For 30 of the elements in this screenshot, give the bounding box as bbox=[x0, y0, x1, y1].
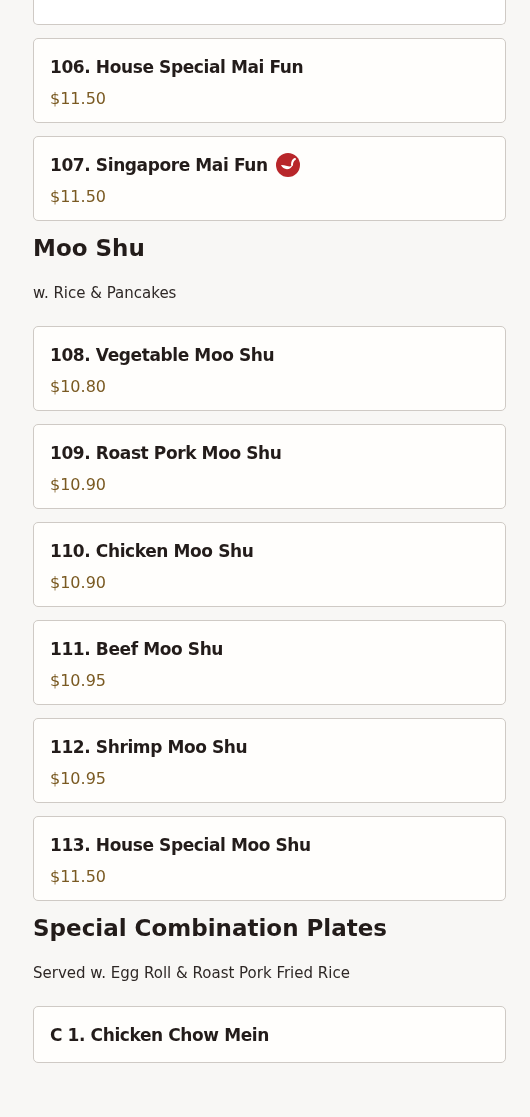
item-price: $10.95 bbox=[50, 769, 107, 788]
item-price: $11.50 bbox=[50, 89, 107, 108]
item-name: 112. Shrimp Moo Shu bbox=[50, 737, 248, 757]
menu-item-card[interactable]: 108. Vegetable Moo Shu $10.80 bbox=[33, 326, 506, 411]
item-name: C 1. Chicken Chow Mein bbox=[50, 1025, 269, 1045]
item-name: 109. Roast Pork Moo Shu bbox=[50, 443, 282, 463]
item-price: $10.95 bbox=[50, 671, 107, 690]
section-note: Served w. Egg Roll & Roast Pork Fried Rice bbox=[33, 963, 351, 983]
item-price: $10.90 bbox=[50, 475, 107, 494]
menu-item-card[interactable]: 111. Beef Moo Shu $10.95 bbox=[33, 620, 506, 705]
section-heading: Moo Shu bbox=[33, 234, 146, 263]
item-price: $11.50 bbox=[50, 187, 107, 206]
section-note: w. Rice & Pancakes bbox=[33, 283, 178, 303]
item-name: 106. House Special Mai Fun bbox=[50, 57, 304, 77]
item-price: $10.90 bbox=[50, 573, 107, 592]
item-name: 107. Singapore Mai Fun bbox=[50, 155, 268, 175]
menu-item-card[interactable]: 107. Singapore Mai Fun $11.50 bbox=[33, 136, 506, 221]
menu-item-card[interactable]: 106. House Special Mai Fun $11.50 bbox=[33, 38, 506, 123]
menu-item-card[interactable]: 109. Roast Pork Moo Shu $10.90 bbox=[33, 424, 506, 509]
item-name: 108. Vegetable Moo Shu bbox=[50, 345, 275, 365]
menu-item-card[interactable]: C 1. Chicken Chow Mein bbox=[33, 1006, 506, 1063]
item-name: 111. Beef Moo Shu bbox=[50, 639, 224, 659]
item-name: 110. Chicken Moo Shu bbox=[50, 541, 254, 561]
menu-item-card[interactable]: 112. Shrimp Moo Shu $10.95 bbox=[33, 718, 506, 803]
item-price: $11.50 bbox=[50, 867, 107, 886]
menu-item-card[interactable]: 113. House Special Moo Shu $11.50 bbox=[33, 816, 506, 901]
menu-item-card[interactable]: 110. Chicken Moo Shu $10.90 bbox=[33, 522, 506, 607]
section-heading: Special Combination Plates bbox=[33, 914, 389, 943]
item-price: $10.80 bbox=[50, 377, 107, 396]
item-name: 113. House Special Moo Shu bbox=[50, 835, 311, 855]
